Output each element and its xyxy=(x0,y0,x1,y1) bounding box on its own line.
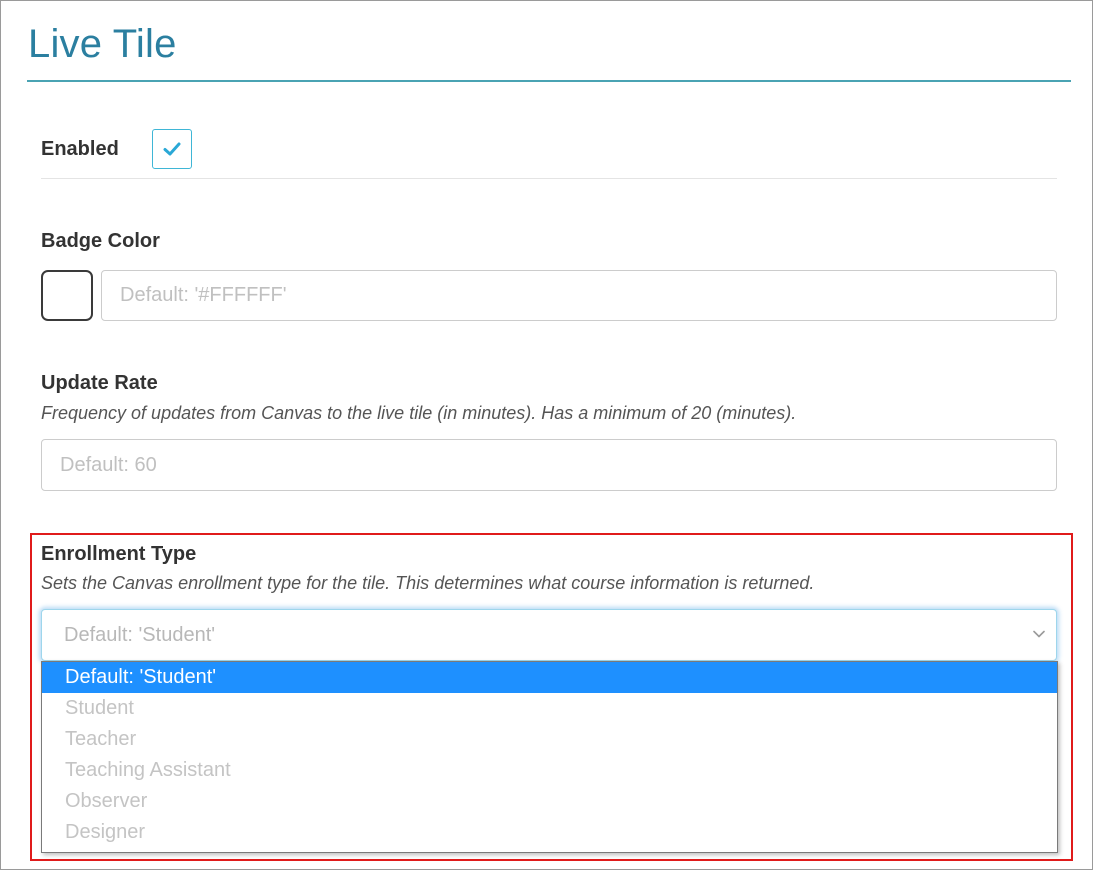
option-teaching-assistant[interactable]: Teaching Assistant xyxy=(42,755,1057,786)
enrollment-type-select[interactable]: Default: 'Student' xyxy=(41,609,1057,661)
option-default-student[interactable]: Default: 'Student' xyxy=(42,662,1057,693)
option-teacher[interactable]: Teacher xyxy=(42,724,1057,755)
enrollment-type-dropdown: Default: 'Student' Student Teacher Teach… xyxy=(41,661,1058,853)
enabled-checkbox[interactable] xyxy=(152,129,192,169)
badge-color-input[interactable] xyxy=(101,270,1057,321)
chevron-down-icon xyxy=(1033,630,1045,638)
enabled-label: Enabled xyxy=(41,138,119,160)
update-rate-label: Update Rate xyxy=(41,372,158,394)
title-divider xyxy=(27,80,1071,82)
update-rate-input[interactable] xyxy=(41,439,1057,491)
enrollment-type-label: Enrollment Type xyxy=(41,543,197,565)
option-student[interactable]: Student xyxy=(42,693,1057,724)
update-rate-help: Frequency of updates from Canvas to the … xyxy=(41,403,797,423)
enrollment-type-selected-value: Default: 'Student' xyxy=(64,624,216,646)
badge-color-swatch[interactable] xyxy=(41,270,93,321)
enabled-divider xyxy=(41,178,1057,179)
check-icon xyxy=(163,142,181,156)
enrollment-type-help: Sets the Canvas enrollment type for the … xyxy=(41,573,815,593)
option-observer[interactable]: Observer xyxy=(42,786,1057,817)
option-designer[interactable]: Designer xyxy=(42,817,1057,848)
badge-color-label: Badge Color xyxy=(41,230,160,252)
page-title: Live Tile xyxy=(28,22,177,66)
